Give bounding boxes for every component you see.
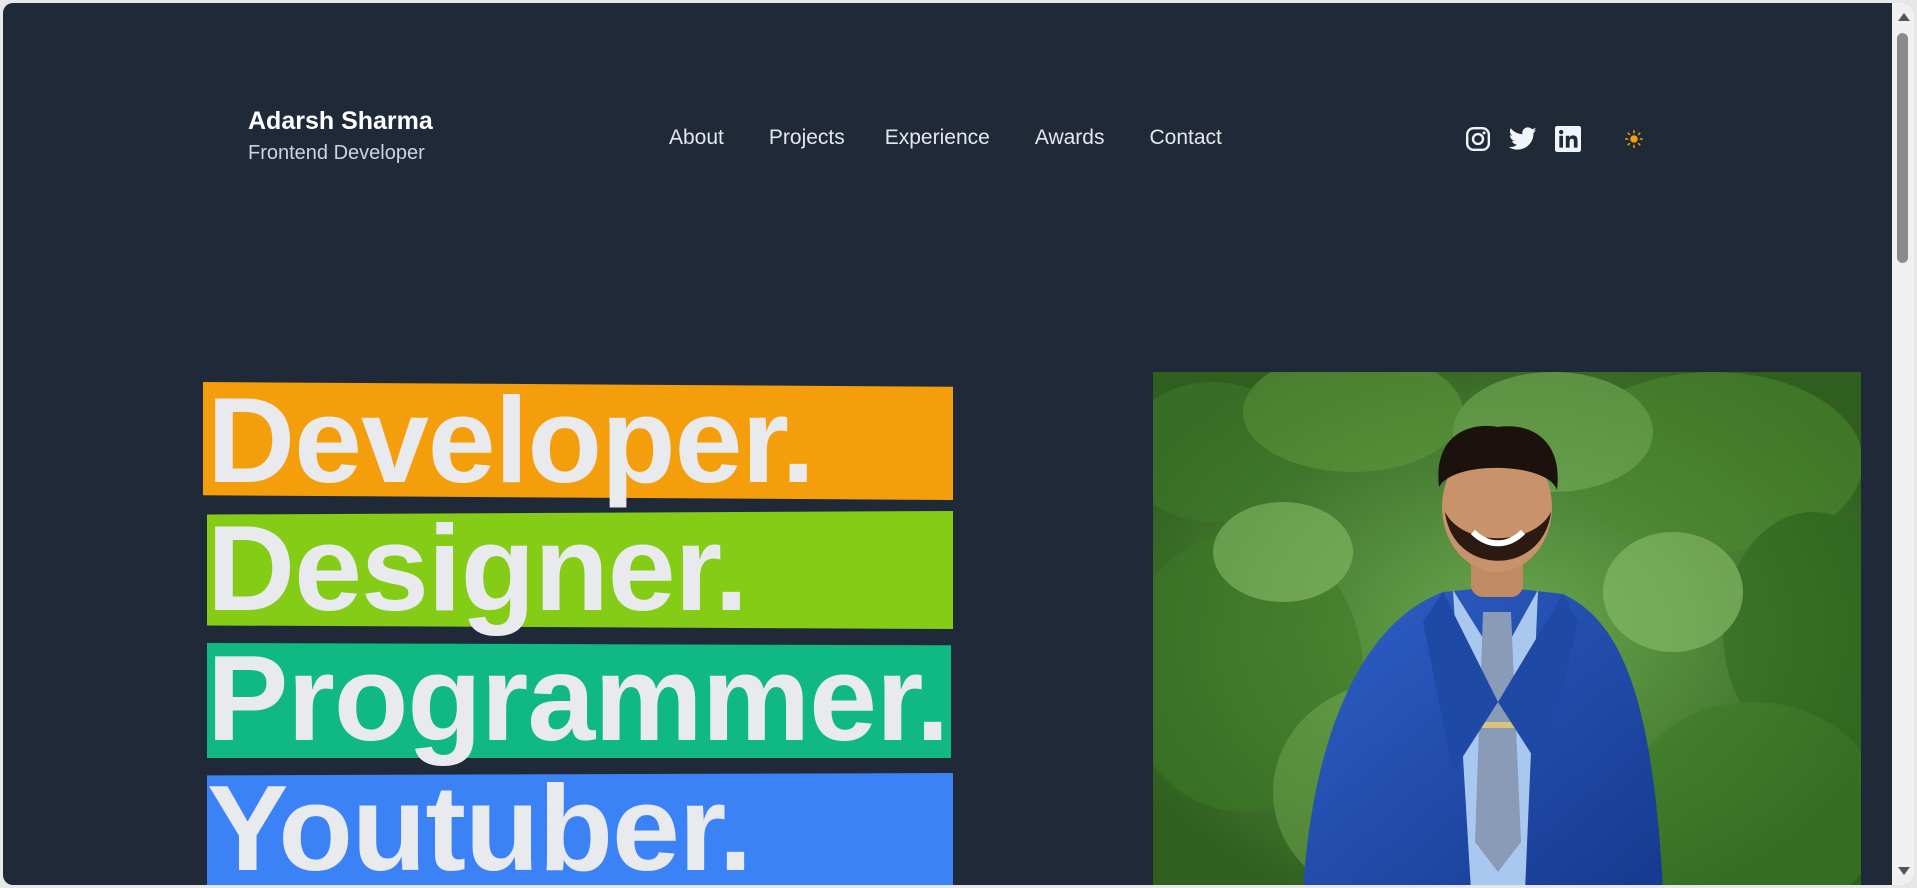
hero-word-developer: Developer. [207,372,815,508]
brand-role: Frontend Developer [248,142,425,164]
brand-name: Adarsh Sharma [248,107,433,135]
brand[interactable]: Adarsh Sharma Frontend Developer [248,106,433,166]
page-scrollbar[interactable] [1892,3,1914,885]
nav-about[interactable]: About [669,125,724,151]
social-links [1464,125,1645,153]
hero-word-programmer: Programmer. [207,630,950,766]
nav-contact[interactable]: Contact [1149,125,1221,151]
nav-awards[interactable]: Awards [1035,125,1105,151]
instagram-icon[interactable] [1464,125,1492,153]
twitter-icon[interactable] [1509,125,1537,153]
scroll-thumb[interactable] [1897,33,1908,263]
scroll-down-arrow-icon[interactable] [1898,867,1910,875]
nav-experience[interactable]: Experience [885,125,990,151]
hero-word-designer: Designer. [207,500,748,636]
browser-viewport: Adarsh Sharma Frontend Developer About P… [3,3,1914,885]
nav-projects[interactable]: Projects [769,125,845,151]
profile-photo [1153,372,1861,885]
main-nav: About Projects Experience Awards Contact [669,125,1222,151]
theme-toggle-sun-icon[interactable] [1623,128,1645,150]
scroll-up-arrow-icon[interactable] [1898,13,1910,21]
hero-word-youtuber: Youtuber. [207,760,753,885]
linkedin-icon[interactable] [1554,125,1582,153]
